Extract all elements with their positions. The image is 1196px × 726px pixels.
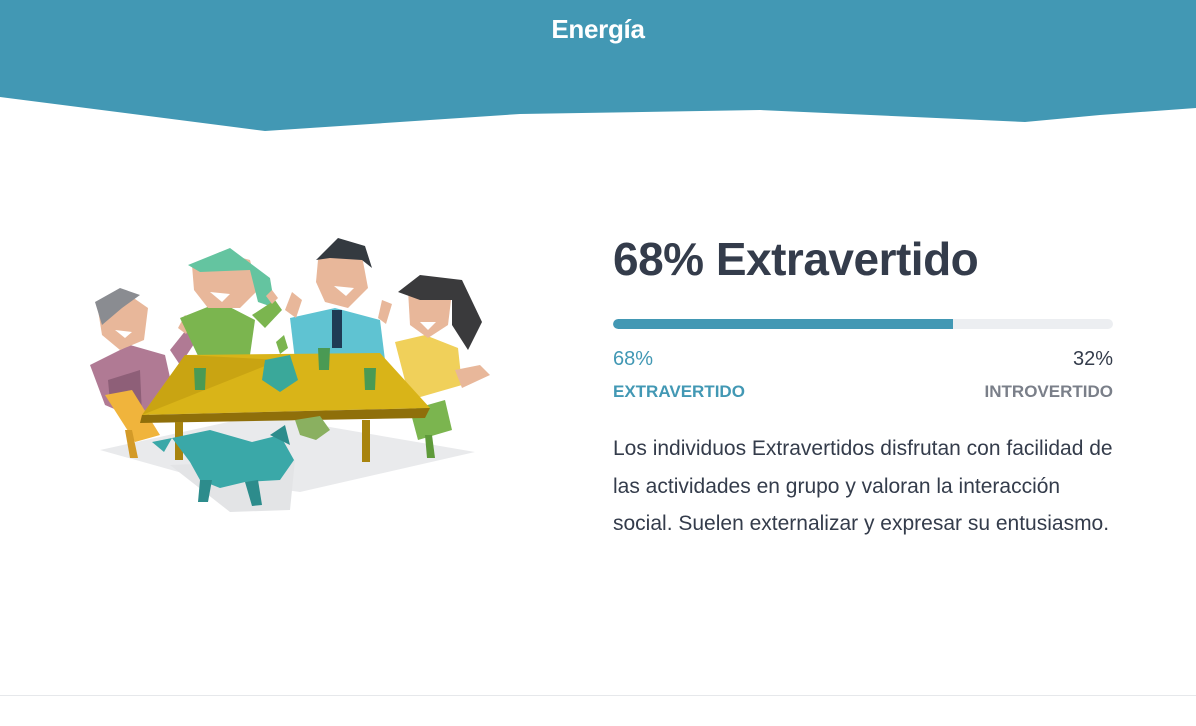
trait-progress-bar xyxy=(613,319,1113,329)
group-at-table-illustration xyxy=(80,230,500,525)
primary-trait-label: EXTRAVERTIDO xyxy=(613,382,745,401)
trait-headline: 68% Extravertido xyxy=(613,233,979,285)
trait-description: Los individuos Extravertidos disfrutan c… xyxy=(613,437,1113,535)
section-divider xyxy=(0,695,1196,696)
primary-percent: 68% xyxy=(613,348,654,370)
secondary-trait-label: INTROVERTIDO xyxy=(984,382,1113,401)
header-banner: Energía xyxy=(0,0,1196,140)
secondary-percent: 32% xyxy=(1072,348,1113,370)
section-title: Energía xyxy=(551,14,645,44)
trait-progress-fill xyxy=(613,319,953,329)
trait-result-panel: 68% Extravertido 68% 32% EXTRAVERTIDO IN… xyxy=(613,228,1113,535)
